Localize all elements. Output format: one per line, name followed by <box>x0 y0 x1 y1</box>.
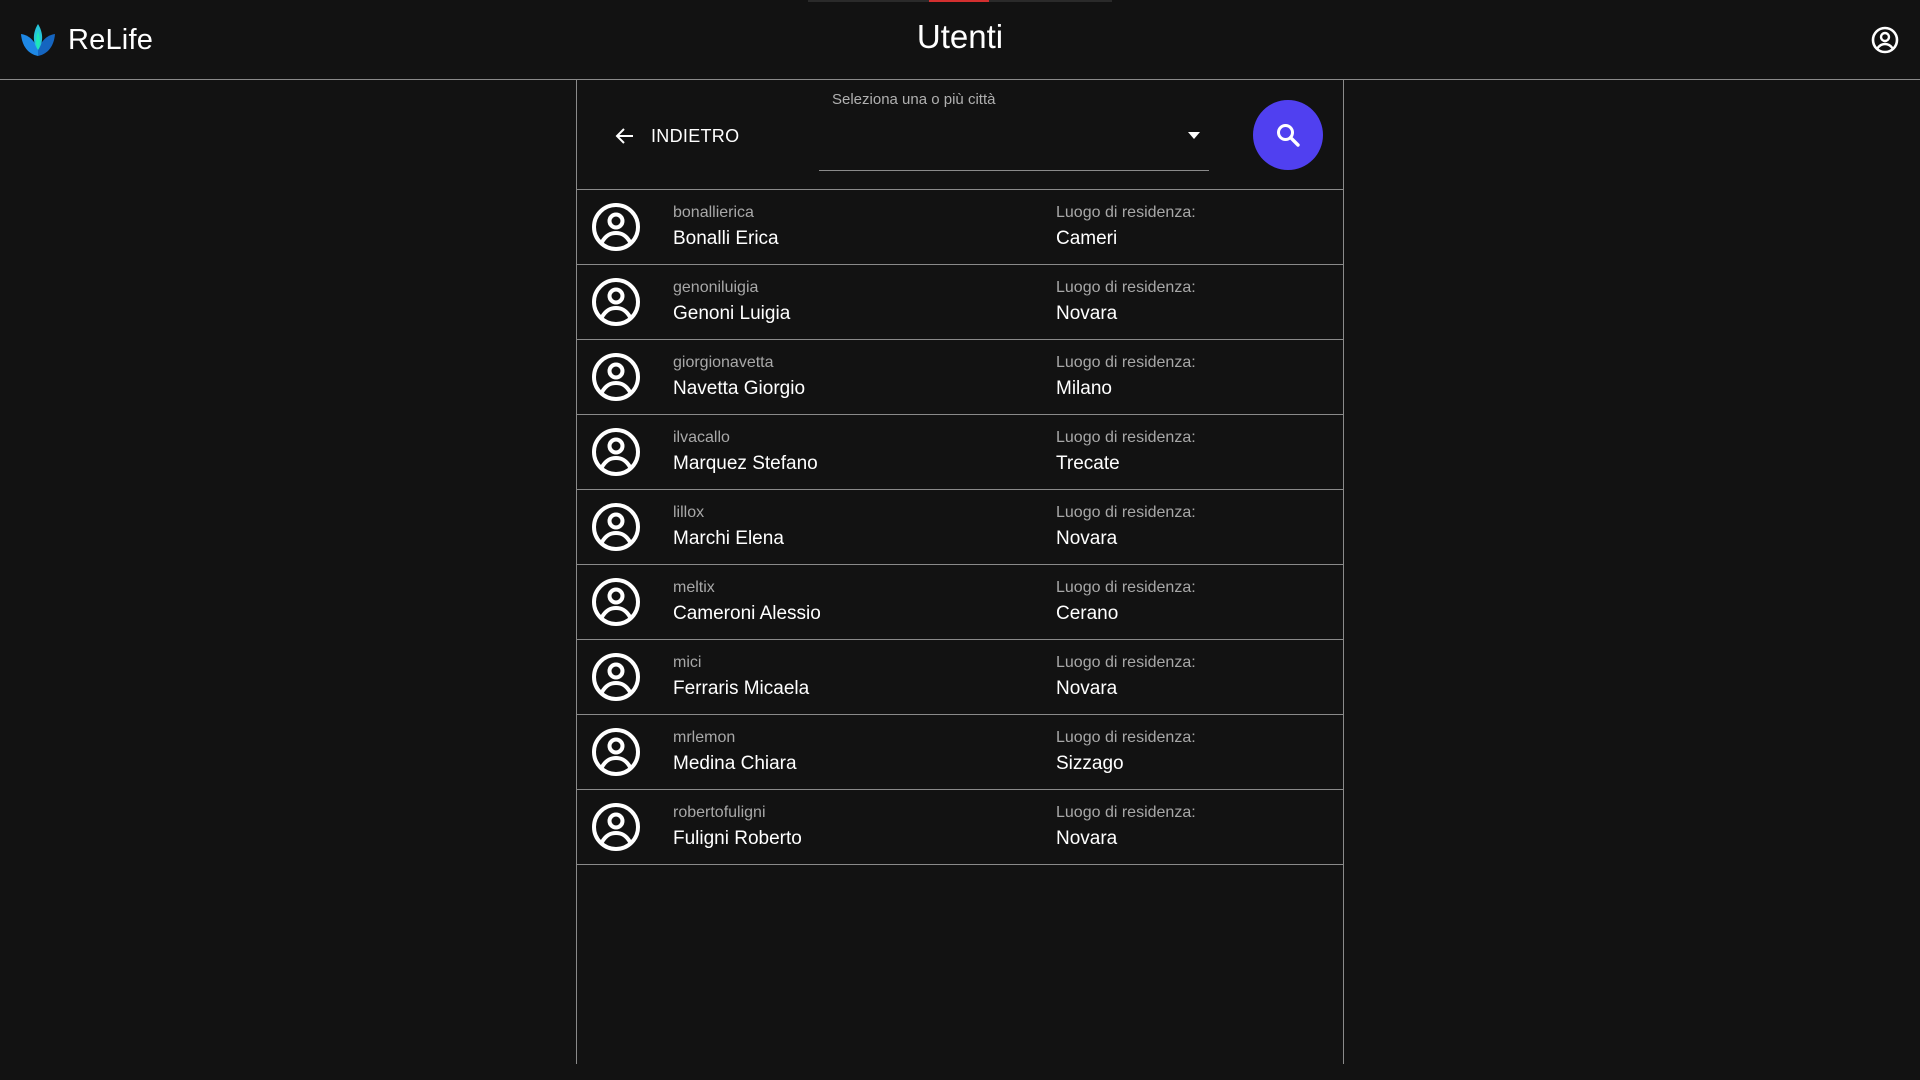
user-username: ilvacallo <box>673 429 730 446</box>
users-panel: INDIETRO Seleziona una o più città bonal… <box>576 80 1344 1064</box>
residence-label: Luogo di residenza: <box>1056 204 1196 221</box>
dropdown-arrow-icon <box>1188 132 1200 139</box>
user-username: genoniluigia <box>673 279 759 296</box>
residence-label: Luogo di residenza: <box>1056 654 1196 671</box>
residence-label: Luogo di residenza: <box>1056 804 1196 821</box>
user-list-item[interactable]: robertofuligni Fuligni Roberto Luogo di … <box>577 790 1343 865</box>
user-username: robertofuligni <box>673 804 766 821</box>
search-button[interactable] <box>1253 100 1323 170</box>
city-select[interactable]: Seleziona una o più città <box>819 88 1209 172</box>
back-button-label: INDIETRO <box>651 125 740 146</box>
residence-city: Novara <box>1056 303 1118 324</box>
account-circle-icon <box>592 578 640 626</box>
user-full-name: Cameroni Alessio <box>673 603 821 624</box>
user-full-name: Marchi Elena <box>673 528 784 549</box>
user-list-item[interactable]: mrlemon Medina Chiara Luogo di residenza… <box>577 715 1343 790</box>
city-select-underline <box>819 170 1209 171</box>
user-username: bonallierica <box>673 204 754 221</box>
residence-label: Luogo di residenza: <box>1056 729 1196 746</box>
residence-city: Cameri <box>1056 228 1118 249</box>
user-list-item[interactable]: lillox Marchi Elena Luogo di residenza: … <box>577 490 1343 565</box>
arrow-left-icon <box>615 128 633 144</box>
user-list-item[interactable]: giorgionavetta Navetta Giorgio Luogo di … <box>577 340 1343 415</box>
account-circle-icon <box>592 728 640 776</box>
residence-label: Luogo di residenza: <box>1056 354 1196 371</box>
user-list-item[interactable]: mici Ferraris Micaela Luogo di residenza… <box>577 640 1343 715</box>
user-username: giorgionavetta <box>673 354 774 371</box>
residence-city: Novara <box>1056 828 1118 849</box>
user-username: lillox <box>673 504 705 521</box>
user-full-name: Ferraris Micaela <box>673 678 810 699</box>
account-circle-icon <box>592 428 640 476</box>
residence-label: Luogo di residenza: <box>1056 279 1196 296</box>
brand-name: ReLife <box>68 23 154 56</box>
top-app-bar: ReLife Utenti <box>0 0 1920 80</box>
account-circle-icon <box>592 503 640 551</box>
residence-label: Luogo di residenza: <box>1056 579 1196 596</box>
account-circle-icon <box>592 353 640 401</box>
residence-city: Cerano <box>1056 603 1119 624</box>
account-circle-icon <box>592 803 640 851</box>
relife-logo-icon <box>21 24 55 56</box>
user-username: mici <box>673 654 702 671</box>
residence-label: Luogo di residenza: <box>1056 504 1196 521</box>
user-full-name: Genoni Luigia <box>673 303 791 324</box>
filter-toolbar: INDIETRO Seleziona una o più città <box>577 80 1343 190</box>
user-username: meltix <box>673 579 715 596</box>
user-full-name: Bonalli Erica <box>673 228 779 249</box>
user-list: bonallierica Bonalli Erica Luogo di resi… <box>577 190 1343 865</box>
brand-home-link[interactable]: ReLife <box>18 18 153 62</box>
user-full-name: Fuligni Roberto <box>673 828 802 849</box>
residence-city: Novara <box>1056 528 1118 549</box>
user-list-item[interactable]: bonallierica Bonalli Erica Luogo di resi… <box>577 190 1343 265</box>
residence-label: Luogo di residenza: <box>1056 429 1196 446</box>
account-circle-icon[interactable] <box>1870 25 1900 55</box>
residence-city: Milano <box>1056 378 1112 399</box>
residence-city: Sizzago <box>1056 753 1124 774</box>
user-list-item[interactable]: meltix Cameroni Alessio Luogo di residen… <box>577 565 1343 640</box>
account-circle-icon <box>592 278 640 326</box>
account-circle-icon <box>592 203 640 251</box>
loading-indicator <box>929 0 989 2</box>
page-title: Utenti <box>916 18 1004 55</box>
search-icon <box>1277 124 1300 147</box>
user-username: mrlemon <box>673 729 736 746</box>
user-full-name: Medina Chiara <box>673 753 797 774</box>
city-select-label: Seleziona una o più città <box>832 91 996 108</box>
user-list-item[interactable]: ilvacallo Marquez Stefano Luogo di resid… <box>577 415 1343 490</box>
user-full-name: Navetta Giorgio <box>673 378 806 399</box>
back-button[interactable]: INDIETRO <box>613 118 739 154</box>
user-list-item[interactable]: genoniluigia Genoni Luigia Luogo di resi… <box>577 265 1343 340</box>
account-circle-icon <box>592 653 640 701</box>
residence-city: Trecate <box>1056 453 1120 474</box>
user-full-name: Marquez Stefano <box>673 453 818 474</box>
residence-city: Novara <box>1056 678 1118 699</box>
